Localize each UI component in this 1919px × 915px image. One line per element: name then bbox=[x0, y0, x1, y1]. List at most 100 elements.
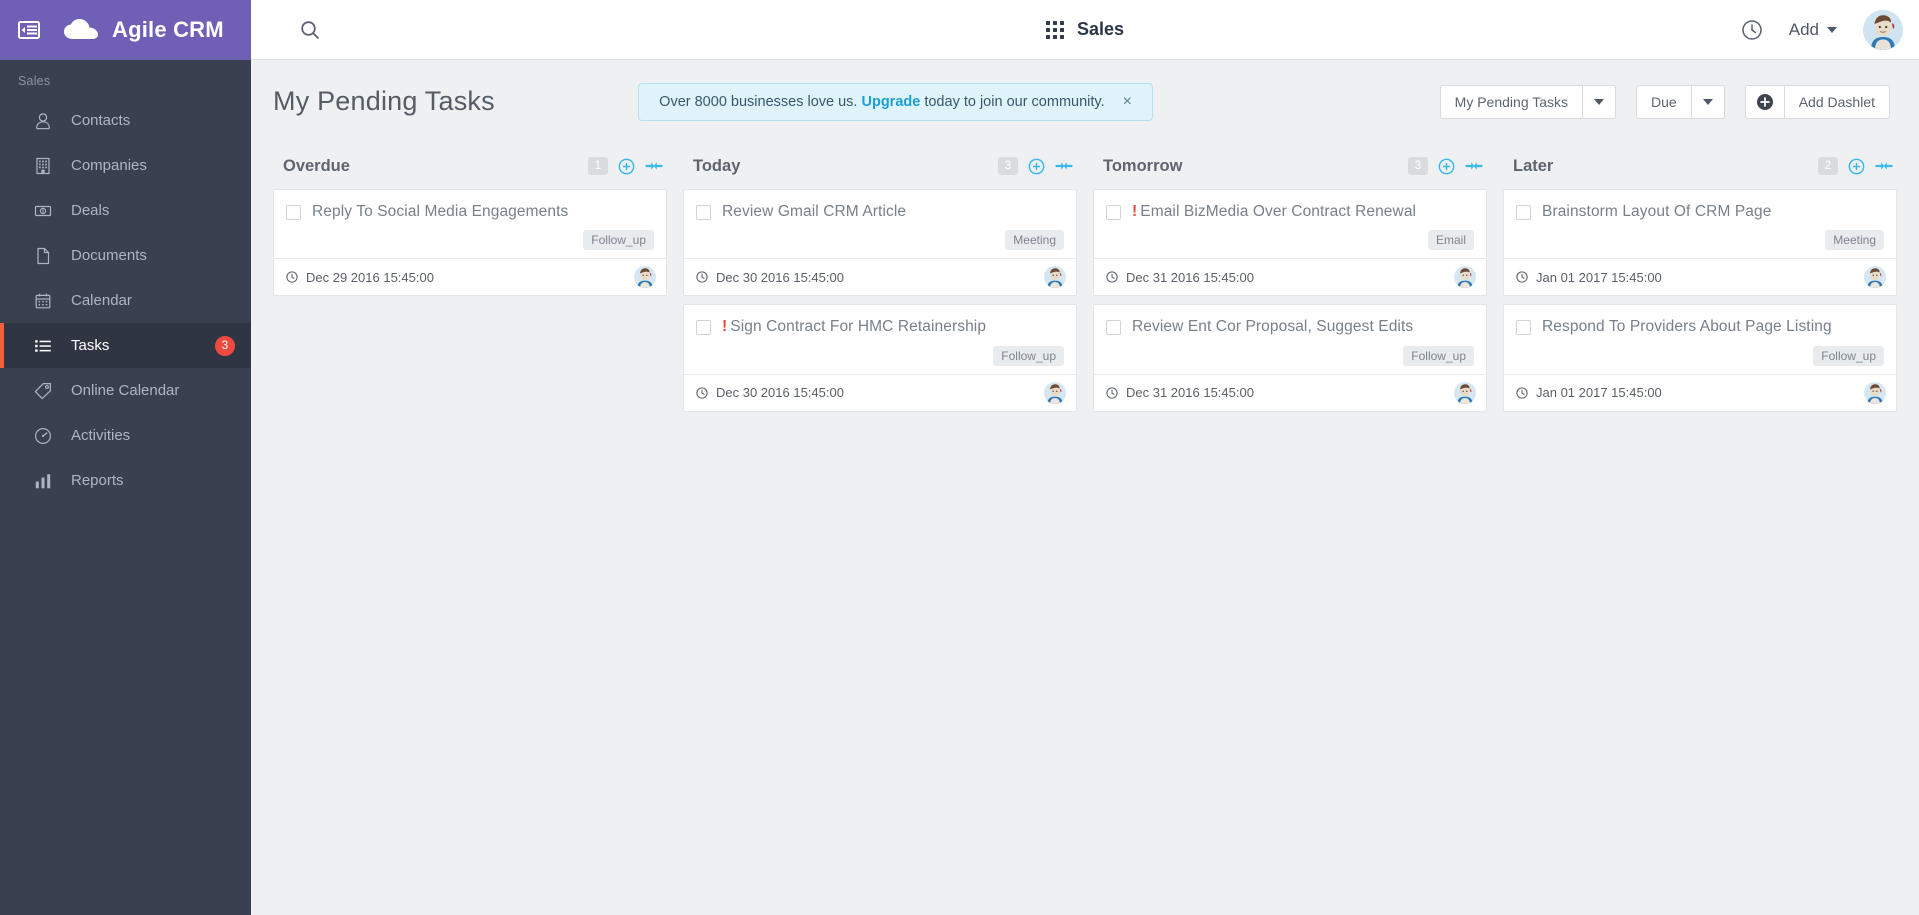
add-menu-button[interactable]: Add bbox=[1789, 20, 1837, 40]
add-task-plus-circle-icon[interactable] bbox=[1438, 158, 1455, 175]
task-owner-avatar[interactable] bbox=[1864, 381, 1886, 404]
tag-icon bbox=[34, 382, 52, 400]
topbar-center: Sales bbox=[251, 19, 1919, 40]
sidebar-item-contacts[interactable]: Contacts bbox=[0, 98, 251, 143]
task-title-row: Reply To Social Media Engagements bbox=[286, 203, 654, 221]
grid-apps-icon[interactable] bbox=[1045, 20, 1064, 39]
money-icon bbox=[34, 202, 52, 220]
task-complete-checkbox[interactable] bbox=[696, 320, 711, 336]
task-card-footer: Dec 31 2016 15:45:00 bbox=[1094, 373, 1486, 411]
sidebar-item-label: Reports bbox=[71, 472, 124, 489]
topbar-title: Sales bbox=[1076, 19, 1125, 39]
task-card[interactable]: Brainstorm Layout Of CRM Page Meeting Ja… bbox=[1503, 189, 1897, 297]
task-card[interactable]: ! Sign Contract For HMC Retainership Foll… bbox=[683, 304, 1077, 412]
add-task-plus-circle-icon[interactable] bbox=[1028, 158, 1045, 175]
task-due-date: Jan 01 2017 15:45:00 bbox=[1536, 269, 1662, 285]
add-dashlet-button[interactable]: Add Dashlet bbox=[1784, 84, 1890, 119]
sidebar-item-label: Companies bbox=[71, 157, 147, 174]
sidebar-item-documents[interactable]: Documents bbox=[0, 233, 251, 278]
clock-icon bbox=[695, 270, 709, 284]
task-card[interactable]: Review Ent Cor Proposal, Suggest Edits F… bbox=[1093, 304, 1487, 412]
sidebar-item-label: Activities bbox=[71, 427, 131, 444]
task-card[interactable]: Respond To Providers About Page Listing … bbox=[1503, 304, 1897, 412]
add-task-plus-circle-icon[interactable] bbox=[1848, 158, 1865, 175]
task-type-badge: Follow_up bbox=[1813, 345, 1884, 366]
plus-circle-icon[interactable] bbox=[1744, 84, 1785, 119]
view-filter-chevron-down-icon[interactable] bbox=[1583, 84, 1617, 119]
task-complete-checkbox[interactable] bbox=[1516, 320, 1531, 336]
clock-icon[interactable] bbox=[1741, 19, 1763, 41]
sidebar-item-reports[interactable]: Reports bbox=[0, 458, 251, 503]
task-complete-checkbox[interactable] bbox=[1106, 320, 1121, 336]
upgrade-link[interactable]: Upgrade bbox=[861, 94, 920, 110]
task-owner-avatar[interactable] bbox=[1454, 381, 1476, 404]
add-task-plus-circle-icon[interactable] bbox=[618, 158, 635, 175]
sidebar-item-activities[interactable]: Activities bbox=[0, 413, 251, 458]
calendar-icon bbox=[34, 292, 52, 310]
sort-filter-chevron-down-icon[interactable] bbox=[1691, 84, 1725, 119]
chevron-down-icon bbox=[1702, 98, 1713, 105]
task-due-date: Dec 31 2016 15:45:00 bbox=[1126, 269, 1254, 285]
add-dashlet-group: Add Dashlet bbox=[1744, 84, 1890, 119]
cloud-icon bbox=[64, 19, 98, 41]
sidebar-item-online-calendar[interactable]: Online Calendar bbox=[0, 368, 251, 413]
task-complete-checkbox[interactable] bbox=[1516, 205, 1531, 220]
task-card-top: Brainstorm Layout Of CRM Page Meeting bbox=[1504, 190, 1896, 258]
view-filter-button[interactable]: My Pending Tasks bbox=[1439, 84, 1584, 119]
collapse-arrows-icon[interactable] bbox=[645, 157, 663, 175]
task-type-badge: Follow_up bbox=[1403, 345, 1474, 366]
task-card-footer: Jan 01 2017 15:45:00 bbox=[1504, 258, 1896, 295]
sort-filter-group: Due bbox=[1636, 84, 1725, 119]
task-owner-avatar[interactable] bbox=[1864, 266, 1886, 289]
task-title: ! Email BizMedia Over Contract Renewal bbox=[1132, 203, 1416, 221]
column-header: Tomorrow 3 bbox=[1093, 143, 1487, 189]
task-title: Brainstorm Layout Of CRM Page bbox=[1542, 203, 1771, 221]
user-avatar[interactable] bbox=[1863, 9, 1903, 50]
list-icon bbox=[34, 337, 52, 355]
task-due-date: Dec 30 2016 15:45:00 bbox=[716, 269, 844, 285]
task-card-footer: Dec 29 2016 15:45:00 bbox=[274, 258, 666, 295]
task-card-footer: Jan 01 2017 15:45:00 bbox=[1504, 373, 1896, 411]
chevron-down-icon bbox=[1594, 98, 1605, 105]
promo-text-after: today to join our community. bbox=[924, 93, 1105, 110]
sidebar-item-tasks[interactable]: Tasks 3 bbox=[0, 323, 251, 368]
column-title: Today bbox=[693, 156, 741, 175]
sidebar-item-label: Deals bbox=[71, 202, 110, 219]
task-card[interactable]: ! Email BizMedia Over Contract Renewal Em… bbox=[1093, 189, 1487, 297]
task-owner-avatar[interactable] bbox=[1044, 266, 1066, 289]
task-due-date: Jan 01 2017 15:45:00 bbox=[1536, 385, 1662, 401]
task-card[interactable]: Review Gmail CRM Article Meeting Dec 30 … bbox=[683, 189, 1077, 297]
collapse-arrows-icon[interactable] bbox=[1055, 157, 1073, 175]
sidebar-item-badge: 3 bbox=[215, 335, 235, 356]
column-count-badge: 2 bbox=[1818, 157, 1838, 175]
sidebar-item-deals[interactable]: Deals bbox=[0, 188, 251, 233]
task-title-row: Brainstorm Layout Of CRM Page bbox=[1516, 203, 1884, 221]
close-icon[interactable]: × bbox=[1123, 93, 1132, 110]
search-icon[interactable] bbox=[297, 17, 323, 43]
task-card-footer: Dec 30 2016 15:45:00 bbox=[684, 373, 1076, 411]
collapse-arrows-icon[interactable] bbox=[1465, 157, 1483, 175]
sidebar-item-calendar[interactable]: Calendar bbox=[0, 278, 251, 323]
task-type-badge: Meeting bbox=[1005, 230, 1064, 251]
task-complete-checkbox[interactable] bbox=[696, 205, 711, 220]
dashboard-toolbar: My Pending Tasks Due Add Dashlet bbox=[1439, 84, 1890, 119]
task-type-badge: Follow_up bbox=[993, 345, 1064, 366]
clock-icon bbox=[285, 270, 299, 284]
task-complete-checkbox[interactable] bbox=[1106, 205, 1121, 220]
sidebar-toggle-icon[interactable] bbox=[16, 17, 42, 43]
sidebar-item-companies[interactable]: Companies bbox=[0, 143, 251, 188]
clock-icon bbox=[695, 386, 709, 400]
task-title-row: Review Ent Cor Proposal, Suggest Edits bbox=[1106, 318, 1474, 336]
task-card[interactable]: Reply To Social Media Engagements Follow… bbox=[273, 189, 667, 297]
collapse-arrows-icon[interactable] bbox=[1875, 157, 1893, 175]
sort-filter-button[interactable]: Due bbox=[1636, 84, 1692, 119]
task-owner-avatar[interactable] bbox=[1044, 381, 1066, 404]
sidebar: Agile CRM Sales Contacts Companies Deals… bbox=[0, 0, 251, 915]
task-owner-avatar[interactable] bbox=[634, 266, 656, 289]
column-task-list: Review Gmail CRM Article Meeting Dec 30 … bbox=[683, 189, 1077, 412]
task-owner-avatar[interactable] bbox=[1454, 266, 1476, 289]
task-complete-checkbox[interactable] bbox=[286, 205, 301, 220]
page-header: My Pending Tasks Over 8000 businesses lo… bbox=[251, 60, 1919, 143]
column-header: Overdue 1 bbox=[273, 143, 667, 189]
task-due-date: Dec 31 2016 15:45:00 bbox=[1126, 385, 1254, 401]
